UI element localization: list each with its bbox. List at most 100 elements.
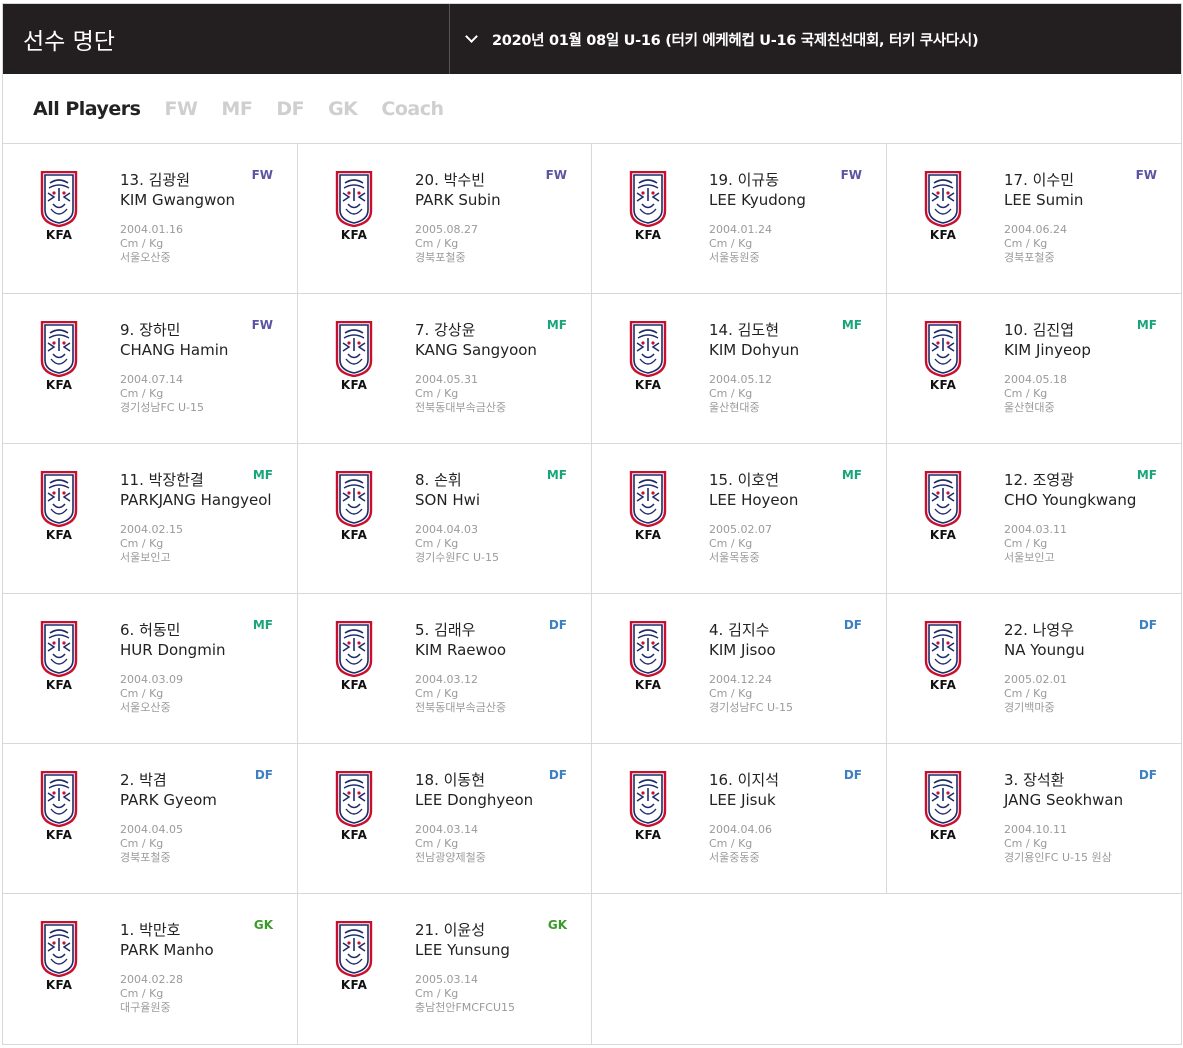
player-card[interactable]: KFA DF 2. 박겸 PARK Gyeom 2004.04.05 Cm / …	[3, 744, 298, 894]
player-card[interactable]: KFA FW 9. 장하민 CHANG Hamin 2004.07.14 Cm …	[3, 294, 298, 444]
player-card[interactable]: KFA DF 16. 이지석 LEE Jisuk 2004.04.06 Cm /…	[592, 744, 887, 894]
player-team: 전북동대부속금산중	[415, 401, 507, 414]
player-korean-name: 15. 이호연	[709, 471, 780, 489]
player-birthdate: 2005.08.27	[415, 223, 478, 236]
filter-tab-fw[interactable]: FW	[164, 98, 197, 120]
player-card[interactable]: KFA FW 19. 이규동 LEE Kyudong 2004.01.24 Cm…	[592, 144, 887, 294]
player-info: 7. 강상윤 KANG Sangyoon 2004.05.31 Cm / Kg …	[415, 320, 583, 415]
player-card[interactable]: KFA FW 13. 김광원 KIM Gwangwon 2004.01.16 C…	[3, 144, 298, 294]
player-card[interactable]: KFA MF 10. 김진엽 KIM Jinyeop 2004.05.18 Cm…	[887, 294, 1181, 444]
player-height-weight: Cm / Kg	[1004, 537, 1048, 550]
player-birthdate: 2004.07.14	[120, 373, 183, 386]
player-card[interactable]: KFA DF 4. 김지수 KIM Jisoo 2004.12.24 Cm / …	[592, 594, 887, 744]
tiger-crest-icon	[335, 171, 373, 227]
player-card[interactable]: KFA MF 7. 강상윤 KANG Sangyoon 2004.05.31 C…	[298, 294, 592, 444]
roster-header: 선수 명단 2020년 01월 08일 U-16 (터키 에케헤컵 U-16 국…	[3, 4, 1181, 74]
filter-tab-gk[interactable]: GK	[328, 98, 358, 120]
player-height-weight: Cm / Kg	[1004, 237, 1048, 250]
kfa-logo-text: KFA	[340, 828, 368, 842]
kfa-emblem-icon: KFA	[924, 171, 962, 243]
tiger-crest-icon	[335, 621, 373, 677]
player-team: 서울오산중	[120, 701, 171, 714]
player-card[interactable]: KFA MF 11. 박장한결 PARKJANG Hangyeol 2004.0…	[3, 444, 298, 594]
tiger-crest-icon	[924, 771, 962, 827]
player-birthdate: 2004.10.11	[1004, 823, 1067, 836]
player-card[interactable]: KFA MF 12. 조영광 CHO Youngkwang 2004.03.11…	[887, 444, 1181, 594]
player-english-name: LEE Hoyeon	[709, 491, 799, 509]
player-card[interactable]: KFA DF 3. 장석환 JANG Seokhwan 2004.10.11 C…	[887, 744, 1181, 894]
player-card[interactable]: KFA DF 18. 이동현 LEE Donghyeon 2004.03.14 …	[298, 744, 592, 894]
empty-cell	[592, 894, 887, 1044]
player-birthdate: 2004.03.12	[415, 673, 478, 686]
player-english-name: KIM Gwangwon	[120, 191, 236, 209]
player-meta: 2004.04.05 Cm / Kg 경북포철중	[120, 823, 289, 865]
player-card[interactable]: KFA DF 5. 김래우 KIM Raewoo 2004.03.12 Cm /…	[298, 594, 592, 744]
player-meta: 2004.12.24 Cm / Kg 경기성남FC U-15	[709, 673, 878, 715]
kfa-emblem-icon: KFA	[629, 321, 667, 393]
player-card[interactable]: KFA GK 1. 박만호 PARK Manho 2004.02.28 Cm /…	[3, 894, 298, 1044]
player-korean-name: 11. 박장한결	[120, 471, 204, 489]
player-team: 전북동대부속금산중	[415, 701, 507, 714]
player-korean-name: 20. 박수빈	[415, 171, 486, 189]
player-card[interactable]: KFA MF 15. 이호연 LEE Hoyeon 2005.02.07 Cm …	[592, 444, 887, 594]
player-english-name: LEE Donghyeon	[415, 791, 534, 809]
kfa-logo-text: KFA	[634, 228, 662, 242]
filter-tab-all-players[interactable]: All Players	[33, 98, 141, 120]
player-info: 1. 박만호 PARK Manho 2004.02.28 Cm / Kg 대구율…	[120, 920, 289, 1015]
kfa-logo-text: KFA	[340, 678, 368, 692]
player-height-weight: Cm / Kg	[1004, 387, 1048, 400]
player-meta: 2005.08.27 Cm / Kg 경북포철중	[415, 223, 583, 265]
player-meta: 2004.05.12 Cm / Kg 울산현대중	[709, 373, 878, 415]
kfa-emblem-icon: KFA	[40, 921, 78, 993]
tiger-crest-icon	[335, 771, 373, 827]
tiger-crest-icon	[40, 171, 78, 227]
player-height-weight: Cm / Kg	[1004, 687, 1048, 700]
player-team: 서울목동중	[709, 551, 760, 564]
kfa-logo-text: KFA	[340, 528, 368, 542]
player-card[interactable]: KFA DF 22. 나영우 NA Youngu 2005.02.01 Cm /…	[887, 594, 1181, 744]
player-info: 6. 허동민 HUR Dongmin 2004.03.09 Cm / Kg 서울…	[120, 620, 289, 715]
player-english-name: NA Youngu	[1004, 641, 1085, 659]
player-height-weight: Cm / Kg	[120, 837, 164, 850]
player-card[interactable]: KFA FW 17. 이수민 LEE Sumin 2004.06.24 Cm /…	[887, 144, 1181, 294]
filter-tab-mf[interactable]: MF	[221, 98, 252, 120]
empty-cell	[887, 894, 1181, 1044]
player-height-weight: Cm / Kg	[1004, 837, 1048, 850]
tiger-crest-icon	[924, 171, 962, 227]
player-english-name: CHO Youngkwang	[1004, 491, 1137, 509]
player-meta: 2004.04.06 Cm / Kg 서울중동중	[709, 823, 878, 865]
player-meta: 2004.03.11 Cm / Kg 서울보인고	[1004, 523, 1173, 565]
filter-tab-df[interactable]: DF	[276, 98, 304, 120]
player-card[interactable]: KFA MF 8. 손휘 SON Hwi 2004.04.03 Cm / Kg …	[298, 444, 592, 594]
player-birthdate: 2004.04.06	[709, 823, 772, 836]
player-height-weight: Cm / Kg	[120, 237, 164, 250]
tiger-crest-icon	[40, 321, 78, 377]
match-selector-dropdown[interactable]: 2020년 01월 08일 U-16 (터키 에케헤컵 U-16 국제친선대회,…	[450, 4, 1181, 74]
player-korean-name: 3. 장석환	[1004, 771, 1065, 789]
chevron-down-icon	[465, 30, 478, 43]
player-korean-name: 10. 김진엽	[1004, 321, 1075, 339]
player-korean-name: 7. 강상윤	[415, 321, 476, 339]
player-card[interactable]: KFA MF 6. 허동민 HUR Dongmin 2004.03.09 Cm …	[3, 594, 298, 744]
player-height-weight: Cm / Kg	[709, 687, 753, 700]
player-card[interactable]: KFA GK 21. 이윤성 LEE Yunsung 2005.03.14 Cm…	[298, 894, 592, 1044]
filter-tab-coach[interactable]: Coach	[381, 98, 444, 120]
player-info: 20. 박수빈 PARK Subin 2005.08.27 Cm / Kg 경북…	[415, 170, 583, 265]
player-height-weight: Cm / Kg	[120, 387, 164, 400]
player-card[interactable]: KFA MF 14. 김도현 KIM Dohyun 2004.05.12 Cm …	[592, 294, 887, 444]
roster-panel: 선수 명단 2020년 01월 08일 U-16 (터키 에케헤컵 U-16 국…	[2, 3, 1182, 1045]
player-card[interactable]: KFA FW 20. 박수빈 PARK Subin 2005.08.27 Cm …	[298, 144, 592, 294]
player-height-weight: Cm / Kg	[415, 387, 459, 400]
player-meta: 2004.04.03 Cm / Kg 경기수원FC U-15	[415, 523, 583, 565]
player-birthdate: 2004.06.24	[1004, 223, 1067, 236]
player-team: 경기성남FC U-15	[709, 701, 794, 714]
player-english-name: KIM Raewoo	[415, 641, 507, 659]
player-meta: 2004.06.24 Cm / Kg 경북포철중	[1004, 223, 1173, 265]
page-title: 선수 명단	[3, 4, 450, 74]
kfa-emblem-icon: KFA	[924, 771, 962, 843]
player-team: 경북포철중	[120, 851, 171, 864]
player-meta: 2004.03.14 Cm / Kg 전남광양제철중	[415, 823, 583, 865]
player-birthdate: 2004.04.05	[120, 823, 183, 836]
tiger-crest-icon	[924, 621, 962, 677]
player-info: 21. 이윤성 LEE Yunsung 2005.03.14 Cm / Kg 충…	[415, 920, 583, 1015]
